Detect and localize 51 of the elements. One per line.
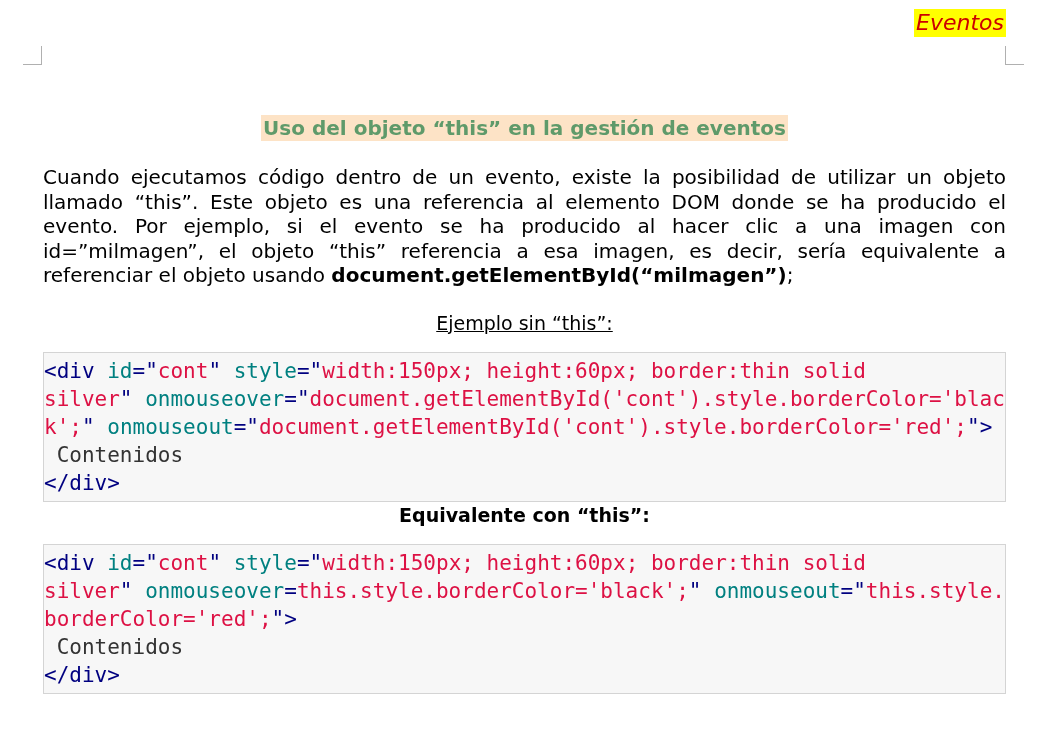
code-token: =" bbox=[132, 550, 158, 575]
code-token: onmouseover bbox=[145, 386, 285, 411]
code-token: Contenidos bbox=[55, 442, 184, 467]
code-token: =" bbox=[233, 414, 259, 439]
code-token: this.style. bbox=[865, 578, 1005, 603]
code-token: document.getElementById('cont').style.borderColor='red'; bbox=[258, 414, 967, 439]
code-token: k'; bbox=[44, 414, 82, 439]
code-token: " bbox=[119, 386, 134, 411]
code-token: borderColor='red'; bbox=[44, 606, 272, 631]
code-token: onmouseout bbox=[714, 578, 841, 603]
corner-mark bbox=[23, 46, 42, 65]
code-token: = bbox=[284, 578, 297, 603]
code-token: width:150px; height:60px; border:thin solid bbox=[322, 550, 866, 575]
code-token: " bbox=[688, 578, 703, 603]
code-token: =" bbox=[296, 550, 323, 575]
code-token: this.style.borderColor='black'; bbox=[296, 578, 689, 603]
code-token: silver bbox=[44, 386, 120, 411]
section-heading: Ejemplo sin “this”: bbox=[436, 310, 613, 336]
code-token: " bbox=[271, 606, 285, 631]
code-token: Contenidos bbox=[55, 634, 184, 659]
code-token: " bbox=[208, 550, 223, 575]
corner-mark bbox=[1005, 46, 1024, 65]
code-token: " bbox=[208, 358, 223, 383]
code-token: =" bbox=[284, 386, 310, 411]
code-token: <div bbox=[44, 358, 95, 383]
code-token: id bbox=[106, 550, 133, 575]
code-token: =" bbox=[840, 578, 866, 603]
code-token: silver bbox=[44, 578, 120, 603]
header-label: Eventos bbox=[914, 9, 1006, 37]
code-token: style bbox=[233, 550, 297, 575]
code-token: " bbox=[119, 578, 134, 603]
code-token: " bbox=[967, 414, 980, 439]
section-heading: Equivalente con “this”: bbox=[399, 502, 650, 528]
code-token: onmouseout bbox=[107, 414, 234, 439]
code-token: <div bbox=[44, 550, 95, 575]
code-token: style bbox=[233, 358, 297, 383]
code-token: </div> bbox=[44, 662, 120, 687]
code-token: width:150px; height:60px; border:thin solid bbox=[322, 358, 866, 383]
code-token: " bbox=[81, 414, 96, 439]
code-token: cont bbox=[157, 358, 209, 383]
body-paragraph: Cuando ejecutamos código dentro de un evento, existe la posibilidad de utilizar un objeto llamado “this”. Este objeto es una referencia al elemento DOM donde se ha producido el evento. Por ejemplo, si el evento se ha producido al hacer clic a una imagen con id=”milmagen”, el objeto “this” referencia a esa imagen, es decir, sería equivalente a referenciar el objeto usando document.getElementById(“milmagen”); bbox=[43, 165, 1006, 288]
code-token: =" bbox=[132, 358, 158, 383]
document-title: Uso del objeto “this” en la gestión de eventos bbox=[261, 115, 788, 141]
code-token: onmouseover bbox=[145, 578, 285, 603]
code-token: id bbox=[106, 358, 133, 383]
code-token: document.getElementById('cont').style.borderColor='blac bbox=[309, 386, 1005, 411]
code-token: cont bbox=[157, 550, 209, 575]
code-token: > bbox=[284, 606, 297, 631]
code-token: </div> bbox=[44, 470, 120, 495]
code-token: =" bbox=[296, 358, 323, 383]
code-token: > bbox=[979, 414, 993, 439]
